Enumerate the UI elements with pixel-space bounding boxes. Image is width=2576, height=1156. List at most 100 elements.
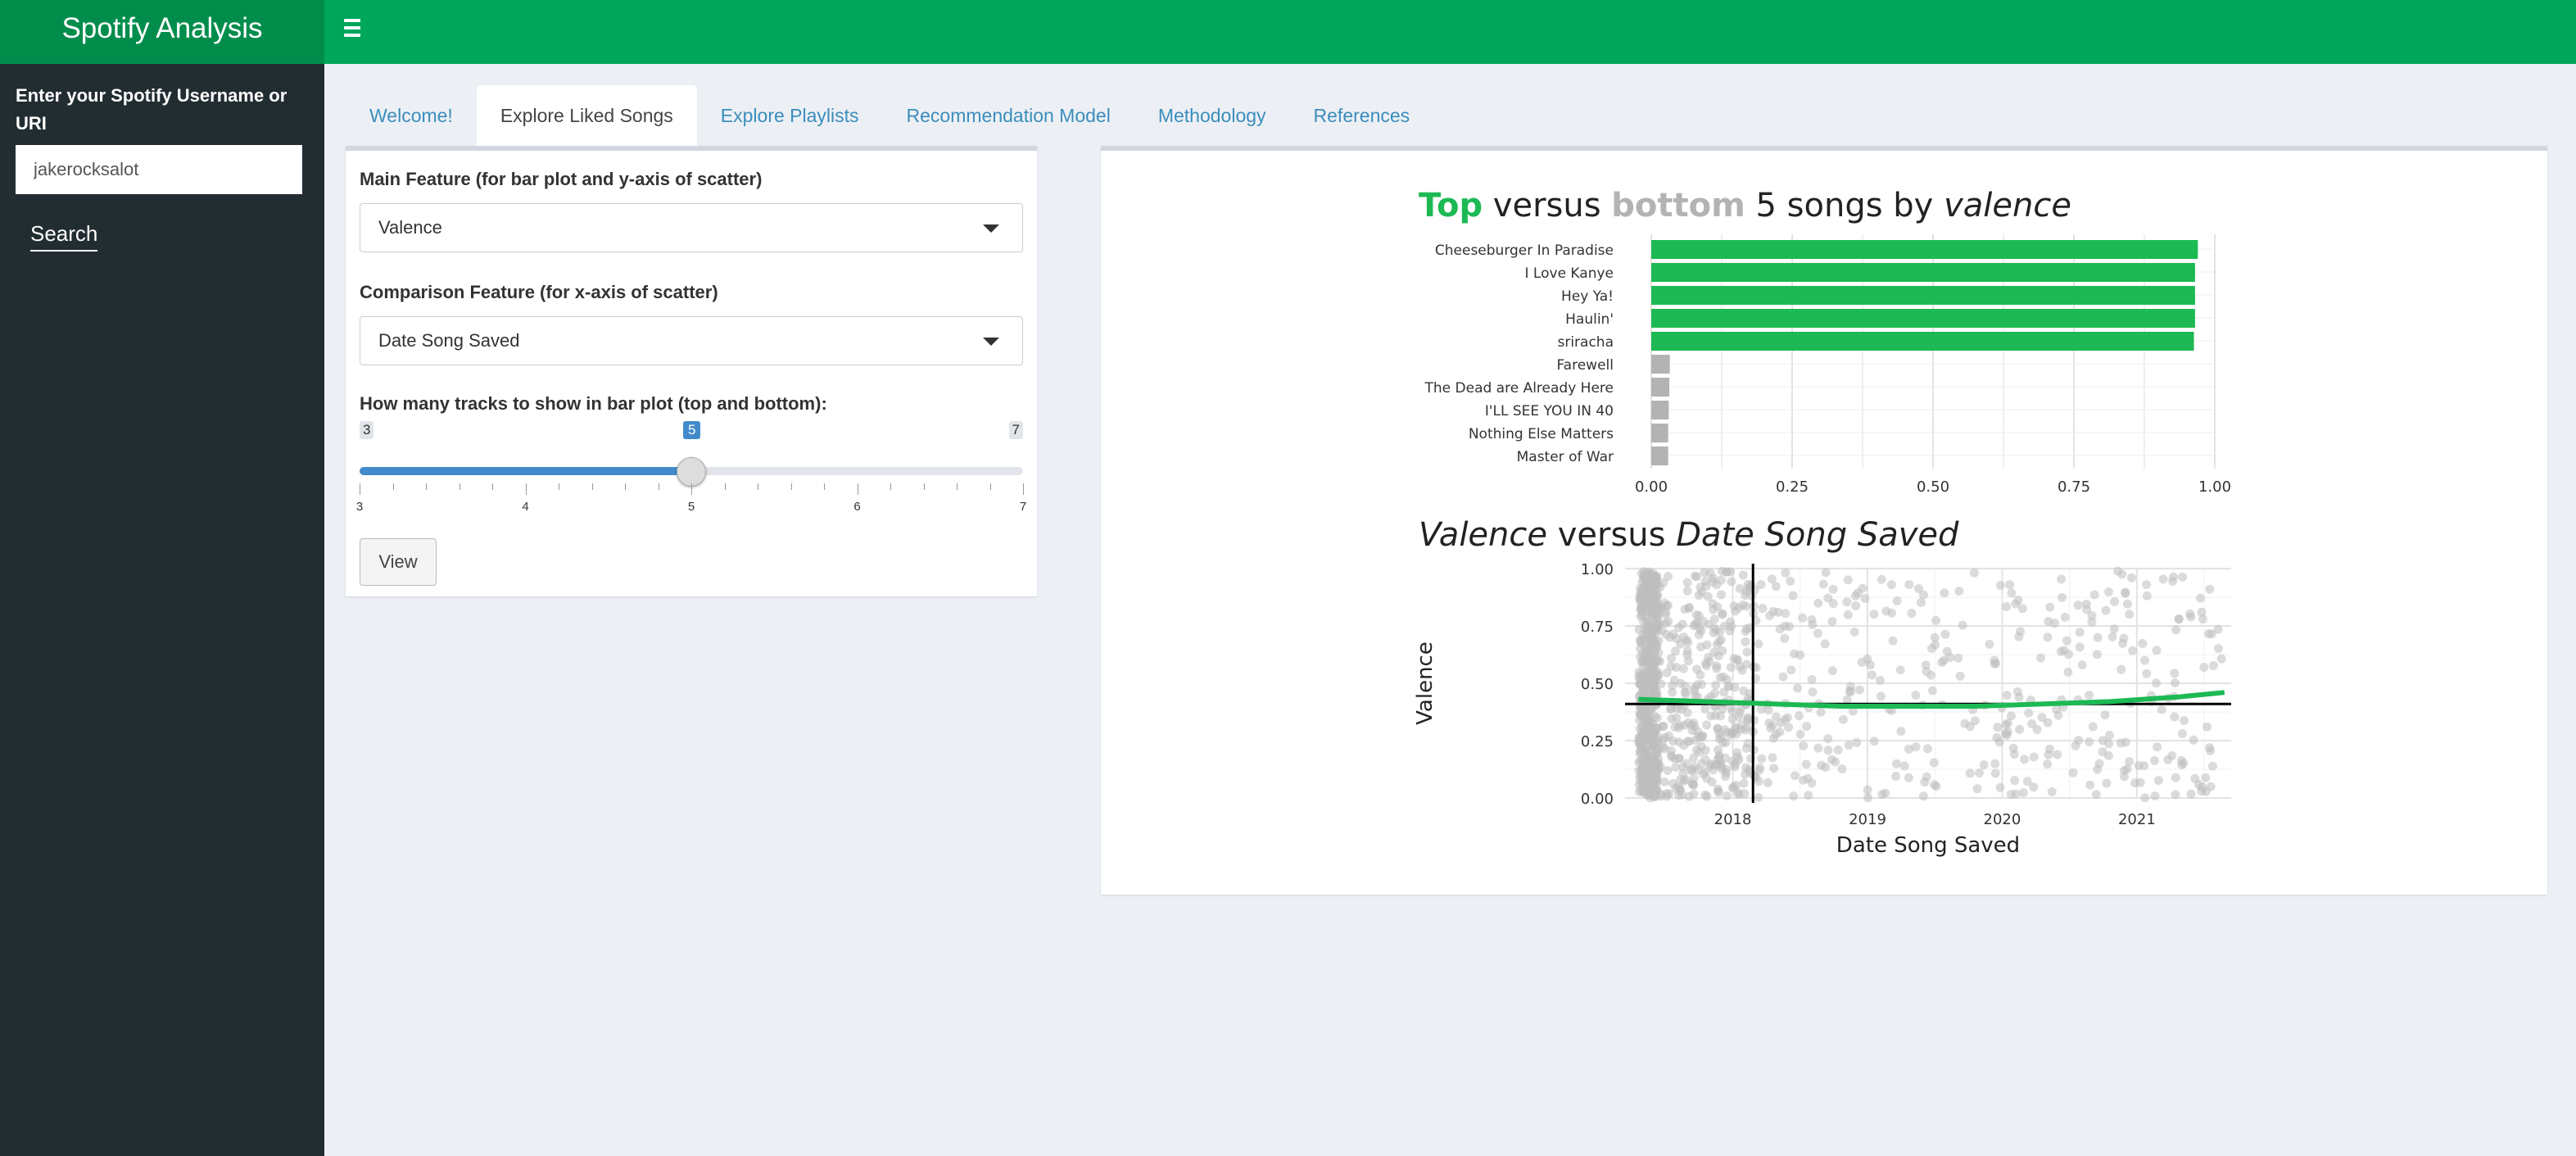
scatter-point	[1922, 744, 1932, 754]
scatter-point	[1648, 733, 1658, 743]
scatter-point	[1658, 736, 1668, 746]
scatter-point	[1756, 579, 1766, 589]
scatter-point	[2020, 755, 2030, 764]
tab-recommendation-model[interactable]: Recommendation Model	[883, 85, 1134, 146]
scatter-point	[1798, 613, 1808, 623]
scatter-point	[1646, 673, 1655, 682]
bar	[1651, 286, 2195, 305]
scatter-point	[1904, 579, 1914, 589]
scatter-point	[2029, 752, 2039, 762]
scatter-point	[2207, 761, 2217, 771]
scatter-point	[2085, 780, 2095, 790]
scatter-point	[1713, 723, 1723, 733]
scatter-point	[1765, 611, 1775, 621]
scatter-point	[1651, 628, 1661, 637]
scatter-point	[2140, 655, 2150, 665]
scatter-point	[1788, 591, 1798, 601]
scatter-point	[1823, 734, 1833, 744]
scatter-point	[1808, 687, 1818, 697]
scatter-point	[2014, 632, 2024, 641]
scatter-point	[2085, 691, 2094, 700]
scatter-point	[2005, 580, 2015, 590]
scatter-point	[1960, 719, 1970, 728]
scatter-point	[1820, 639, 1830, 649]
scatter-point	[2013, 595, 2023, 605]
scatter-point	[2190, 773, 2200, 783]
scatter-point	[2088, 722, 2098, 732]
tab-explore-liked-songs[interactable]: Explore Liked Songs	[476, 85, 697, 146]
scatter-point	[2208, 660, 2218, 670]
scatter-point	[1711, 710, 1721, 720]
scatter-point	[2197, 607, 2207, 617]
scatter-point	[1726, 730, 1736, 740]
scatter-point	[1756, 705, 1766, 714]
scatter-point	[1709, 605, 1718, 614]
scatter-point	[1942, 646, 1952, 656]
comparison-feature-value: Date Song Saved	[378, 330, 520, 351]
scatter-point	[1718, 672, 1728, 682]
scatter-point	[1638, 648, 1648, 658]
scatter-point	[1649, 776, 1659, 786]
scatter-point	[2063, 667, 2073, 677]
scatter-point	[2015, 724, 2025, 734]
scatter-point	[1742, 647, 1752, 657]
scatter-point	[2043, 718, 2053, 728]
scatter-point	[1754, 639, 1763, 649]
slider-label: How many tracks to show in bar plot (top…	[360, 393, 827, 414]
scatter-point	[2134, 760, 2144, 770]
scatter-point	[1920, 777, 1930, 787]
scatter-y-tick-label: 0.00	[1581, 791, 1614, 808]
scatter-point	[1682, 578, 1692, 587]
scatter-point	[1813, 628, 1822, 638]
scatter-point	[1754, 792, 1763, 802]
scatter-point	[1784, 622, 1794, 632]
scatter-point	[1843, 610, 1853, 619]
main-feature-select[interactable]: Valence	[360, 203, 1023, 252]
slider-tick-label: 3	[355, 500, 364, 514]
tab-methodology[interactable]: Methodology	[1134, 85, 1290, 146]
tab-explore-playlists[interactable]: Explore Playlists	[697, 85, 883, 146]
scatter-point	[1876, 691, 1886, 701]
hamburger-menu-icon[interactable]	[341, 15, 367, 41]
slider-handle[interactable]	[677, 457, 706, 487]
scatter-point	[1786, 576, 1795, 586]
scatter-point	[1801, 759, 1811, 769]
slider-tick	[923, 483, 925, 490]
scatter-point	[1705, 656, 1714, 666]
scatter-point	[1881, 788, 1890, 798]
app-title[interactable]: Spotify Analysis	[0, 0, 324, 64]
scatter-point	[1970, 716, 1980, 726]
scatter-point	[1850, 591, 1860, 601]
top-header: Spotify Analysis	[0, 0, 2576, 64]
scatter-point	[1641, 582, 1650, 592]
scatter-point	[2006, 790, 2016, 800]
scatter-point	[2002, 730, 2012, 740]
scatter-point	[1793, 683, 1803, 693]
scatter-point	[2122, 599, 2132, 609]
scatter-point	[1722, 567, 1732, 577]
username-input[interactable]	[16, 145, 302, 194]
scatter-point	[2152, 678, 2162, 688]
scatter-point	[1690, 721, 1700, 731]
scatter-point	[2125, 610, 2135, 619]
scatter-point	[2008, 743, 2018, 753]
scatter-point	[1700, 767, 1710, 777]
scatter-point	[2077, 660, 2087, 670]
chart-panel: Top versus bottom 5 songs by valence Che…	[1101, 146, 2547, 895]
tab-references[interactable]: References	[1290, 85, 1434, 146]
scatter-point	[1979, 760, 1989, 770]
comparison-feature-select[interactable]: Date Song Saved	[360, 316, 1023, 365]
scatter-point	[1669, 675, 1679, 685]
scatter-point	[1694, 611, 1704, 621]
scatter-point	[1700, 704, 1710, 714]
slider-current-label: 5	[683, 421, 701, 439]
tracks-slider[interactable]: 3 5 7 3 4 5 6 7	[356, 421, 1026, 514]
scatter-point	[1682, 646, 1692, 655]
scatter-point	[1727, 714, 1737, 724]
search-button[interactable]: Search	[30, 221, 98, 252]
scatter-point	[1786, 665, 1796, 675]
scatter-point	[1927, 686, 1937, 696]
view-button[interactable]: View	[360, 538, 437, 586]
tab-welcome[interactable]: Welcome!	[346, 85, 477, 146]
scatter-point	[1639, 617, 1649, 627]
